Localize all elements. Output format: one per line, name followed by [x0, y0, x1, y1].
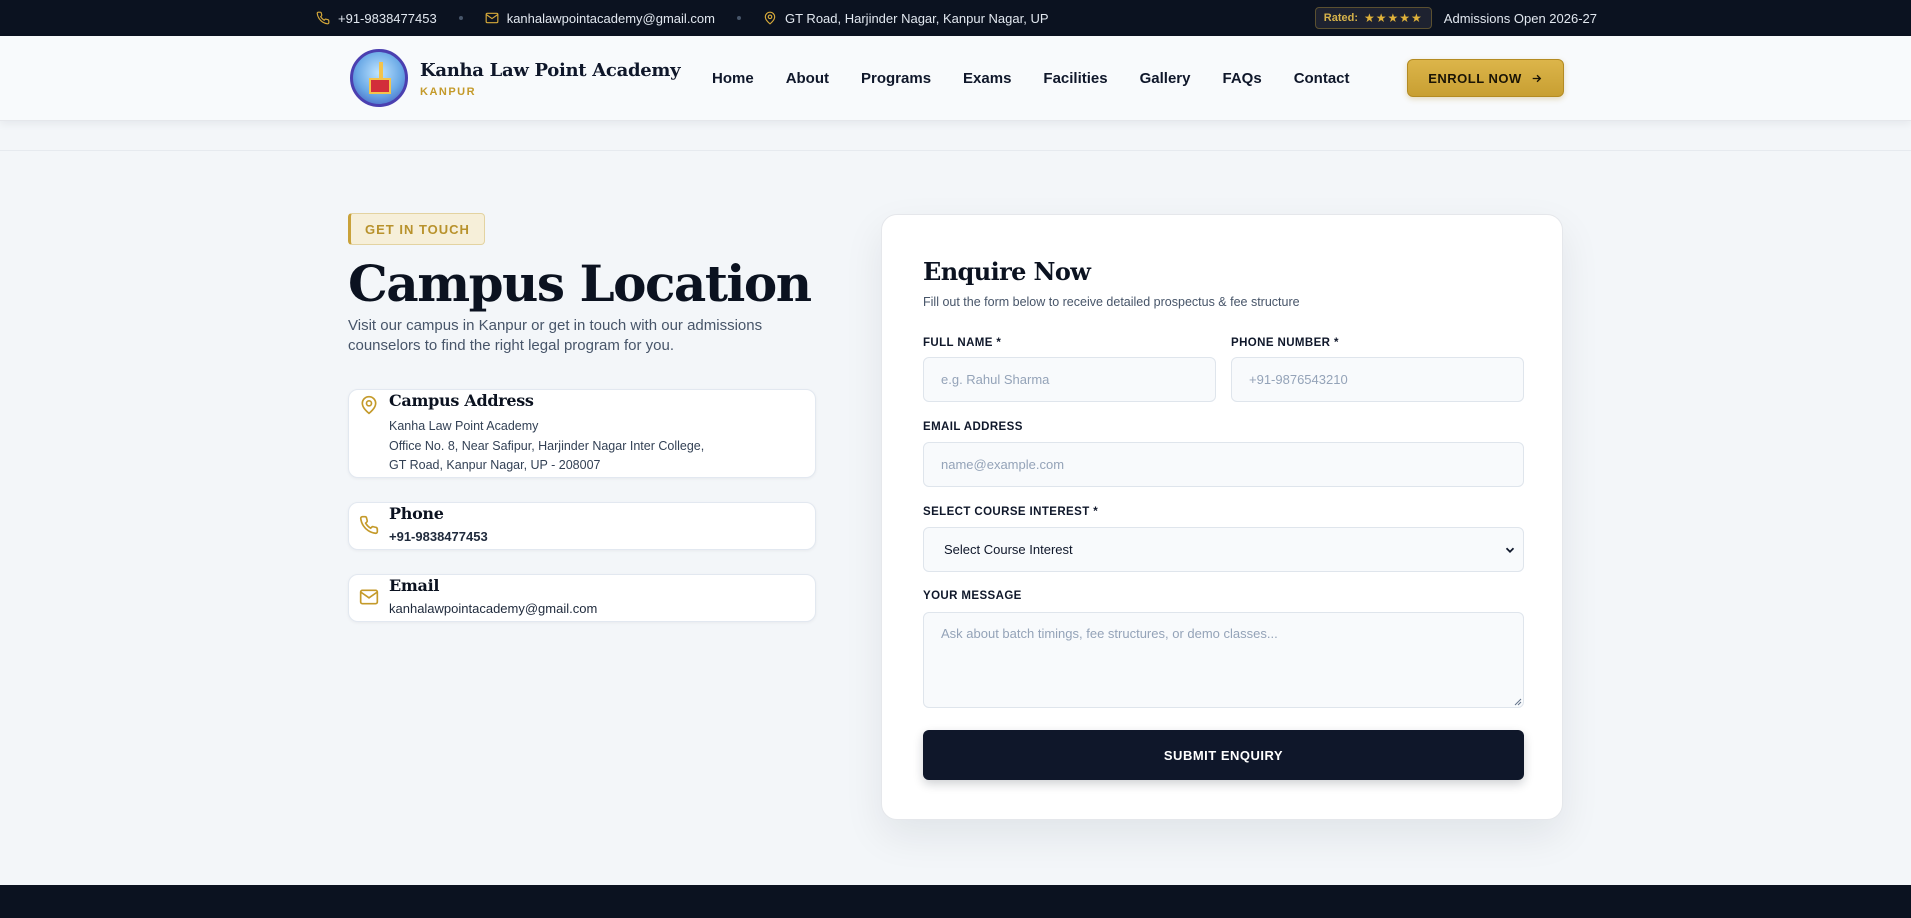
email-address-label: EMAIL ADDRESS — [923, 421, 1023, 433]
nav-contact[interactable]: Contact — [1294, 70, 1350, 87]
map-pin-icon — [361, 395, 377, 415]
admissions-text: Admissions Open 2026-27 — [1443, 10, 1597, 26]
divider-dot — [458, 16, 463, 20]
topbar-address: GT Road, Harjinder Nagar, Kanpur Nagar, … — [763, 11, 1049, 26]
phone-number-input[interactable] — [1231, 357, 1524, 402]
section-title: Campus Location — [348, 254, 812, 313]
form-subtitle: Fill out the form below to receive detai… — [923, 295, 1300, 309]
enroll-now-label: ENROLL NOW — [1428, 70, 1522, 86]
nav-about[interactable]: About — [786, 70, 829, 87]
top-bar: +91-9838477453 kanhalawpointacademy@gmai… — [0, 0, 1911, 36]
nav-home[interactable]: Home — [712, 70, 754, 87]
site-footer — [0, 885, 1911, 918]
nav-faqs[interactable]: FAQs — [1223, 70, 1262, 87]
mail-icon — [485, 12, 499, 24]
rated-label: Rated: — [1323, 12, 1358, 24]
chevron-down-icon — [1505, 547, 1515, 553]
phone-card-value[interactable]: +91-9838477453 — [389, 529, 488, 544]
star-icon: ★★★★★ — [1364, 11, 1423, 25]
message-textarea[interactable] — [923, 612, 1524, 708]
form-title: Enquire Now — [923, 257, 1091, 286]
topbar-address-text: GT Road, Harjinder Nagar, Kanpur Nagar, … — [785, 10, 1049, 26]
topbar-phone[interactable]: +91-9838477453 — [316, 11, 437, 26]
brand-name[interactable]: Kanha Law Point Academy — [420, 60, 681, 81]
arrow-right-icon — [1532, 74, 1542, 82]
address-line: Office No. 8, Near Safipur, Harjinder Na… — [389, 438, 705, 453]
section-divider — [0, 150, 1911, 151]
mail-icon — [359, 589, 379, 605]
full-name-input[interactable] — [923, 357, 1216, 402]
email-address-input[interactable] — [923, 442, 1524, 487]
phone-card: Phone +91-9838477453 — [348, 502, 816, 550]
nav-facilities[interactable]: Facilities — [1043, 70, 1107, 87]
logo-book-shape — [369, 78, 391, 94]
nav-exams[interactable]: Exams — [963, 70, 1011, 87]
email-card: Email kanhalawpointacademy@gmail.com — [348, 574, 816, 622]
campus-address-title: Campus Address — [389, 391, 534, 410]
campus-address-card: Campus Address Kanha Law Point Academy O… — [348, 389, 816, 478]
main-nav: Home About Programs Exams Facilities Gal… — [712, 36, 1350, 121]
topbar-email[interactable]: kanhalawpointacademy@gmail.com — [485, 11, 715, 26]
phone-number-label: PHONE NUMBER * — [1231, 337, 1339, 349]
course-interest-label: SELECT COURSE INTEREST * — [923, 506, 1099, 518]
site-header: Kanha Law Point Academy KANPUR Home Abou… — [0, 36, 1911, 121]
enroll-now-button[interactable]: ENROLL NOW — [1407, 59, 1564, 97]
course-interest-select[interactable]: Select Course Interest — [923, 527, 1524, 572]
topbar-email-text: kanhalawpointacademy@gmail.com — [506, 10, 715, 26]
section-lead: Visit our campus in Kanpur or get in tou… — [348, 317, 763, 354]
section-tag: GET IN TOUCH — [348, 213, 485, 245]
enquiry-form: Enquire Now Fill out the form below to r… — [881, 214, 1563, 820]
email-card-title: Email — [389, 576, 440, 595]
phone-card-title: Phone — [389, 504, 444, 523]
course-interest-selected: Select Course Interest — [944, 542, 1073, 557]
brand-subtitle: KANPUR — [420, 86, 477, 98]
phone-icon — [316, 11, 330, 25]
nav-gallery[interactable]: Gallery — [1140, 70, 1191, 87]
nav-programs[interactable]: Programs — [861, 70, 931, 87]
message-label: YOUR MESSAGE — [923, 590, 1022, 602]
full-name-label: FULL NAME * — [923, 337, 1002, 349]
email-card-value[interactable]: kanhalawpointacademy@gmail.com — [389, 601, 597, 616]
resize-grip-icon[interactable] — [1514, 698, 1522, 706]
divider-dot — [737, 16, 741, 20]
phone-icon — [359, 515, 379, 535]
rating-badge: Rated: ★★★★★ — [1314, 7, 1432, 29]
address-line: GT Road, Kanpur Nagar, UP - 208007 — [389, 458, 601, 472]
map-pin-icon — [764, 11, 776, 25]
address-line: Kanha Law Point Academy — [389, 419, 539, 433]
academy-logo[interactable] — [350, 49, 408, 107]
submit-enquiry-button[interactable]: SUBMIT ENQUIRY — [923, 730, 1524, 780]
topbar-phone-text: +91-9838477453 — [338, 10, 437, 26]
